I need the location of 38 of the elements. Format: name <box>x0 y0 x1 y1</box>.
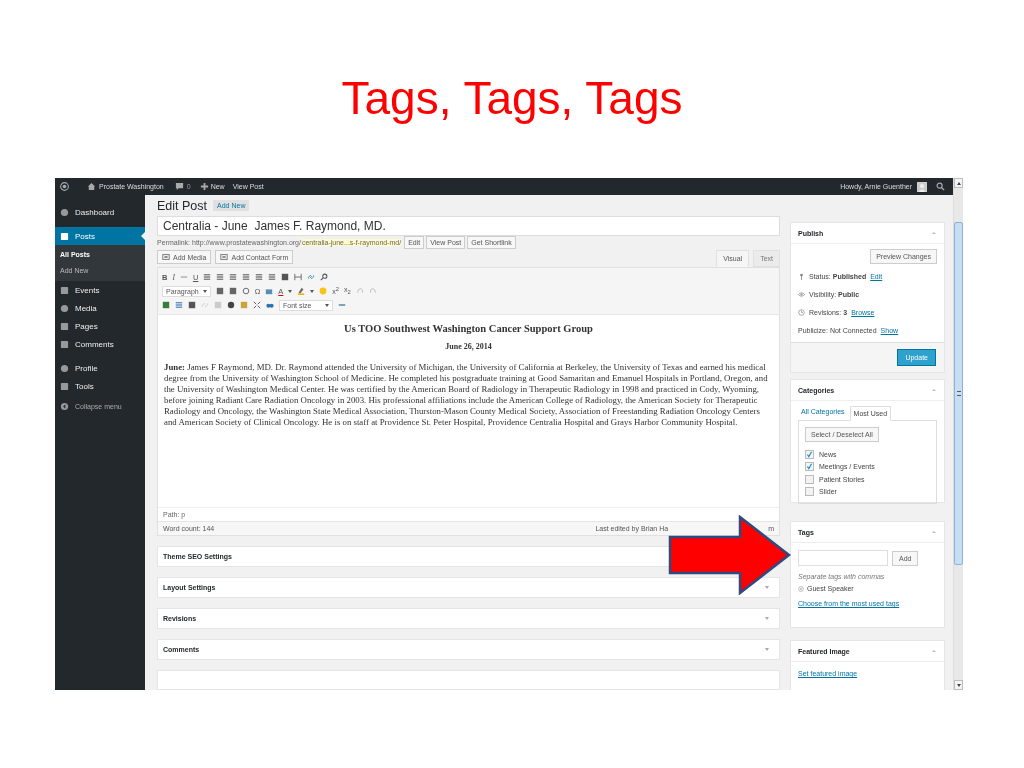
category-checkbox[interactable] <box>805 462 814 472</box>
home-icon[interactable] <box>87 182 96 191</box>
avatar-icon[interactable] <box>917 181 927 192</box>
menu-item[interactable]: Posts <box>55 227 145 245</box>
menu-item[interactable]: Profile <box>55 359 145 377</box>
slide-title: Tags, Tags, Tags <box>340 71 684 126</box>
content-heading: Us TOO Southwest Washington Cancer Support Group <box>343 323 594 334</box>
link-icon[interactable] <box>307 273 316 281</box>
fullscreen-icon[interactable] <box>253 301 261 309</box>
category-checkbox[interactable] <box>805 474 814 484</box>
align-center-icon[interactable] <box>255 273 264 281</box>
clock-icon <box>798 308 805 316</box>
form-icon <box>220 253 229 261</box>
search-icon[interactable] <box>936 182 945 191</box>
menu-item[interactable]: Comments <box>55 335 145 353</box>
scrollbar[interactable] <box>953 178 963 690</box>
menu-item[interactable]: Pages <box>55 317 145 335</box>
align-right-icon[interactable] <box>268 273 277 281</box>
plus-icon[interactable] <box>199 182 209 191</box>
tag-input-field[interactable] <box>798 550 888 566</box>
menu-item[interactable]: Dashboard <box>55 203 145 221</box>
page-heading: Edit Post <box>157 198 208 213</box>
menu-item[interactable]: Tools <box>55 377 145 395</box>
logo-icon[interactable] <box>60 182 69 191</box>
align-left-icon[interactable] <box>242 273 251 281</box>
menu-item[interactable]: Media <box>55 299 145 317</box>
title-field[interactable]: Centralia - June James F. Raymond, MD. <box>157 216 780 236</box>
horizontal-rule-icon[interactable] <box>294 273 303 281</box>
menu-item[interactable]: Events <box>55 281 145 299</box>
category-checkbox[interactable] <box>805 449 814 459</box>
category-checkbox[interactable] <box>805 487 814 497</box>
content-paragraph: June: James F Raymond, MD. Dr. Raymond attended the University of Michigan, the University of California at Berkeley, the University of Texas and earned his medical degree from the University of Washington School of Medicine. He completed his postgraduate training at Good Samaritan and Emanuel Hospitals in Portland, Oregon, and the University of Washington Medical Center. He was certified by the American Board of Radiology in Therapeutic Radiology in 1998 and practiced in Cody, Wyoming, before joining Radiant Care Radiation Oncology in 2003. His professional affiliations include the American College of Radiology, the American Society for Therapeutic Radiology and Oncology, the Washington State Medical Association, Thurston-Mason County Medical Society, Association of Freestanding Radiation Oncology Centers and American Society of Clinical Oncology. He is on staff at Providence St. Peter Hospital, Providence Centralia Hospital and Grays Harbor Community Hospital. <box>164 362 769 428</box>
highlight-icon[interactable] <box>297 287 306 295</box>
content-date: June 26, 2014 <box>444 342 493 351</box>
collapse-icon <box>60 401 69 411</box>
table-icon[interactable] <box>162 301 170 309</box>
search-icon[interactable] <box>320 273 329 281</box>
eye-icon <box>798 290 805 298</box>
